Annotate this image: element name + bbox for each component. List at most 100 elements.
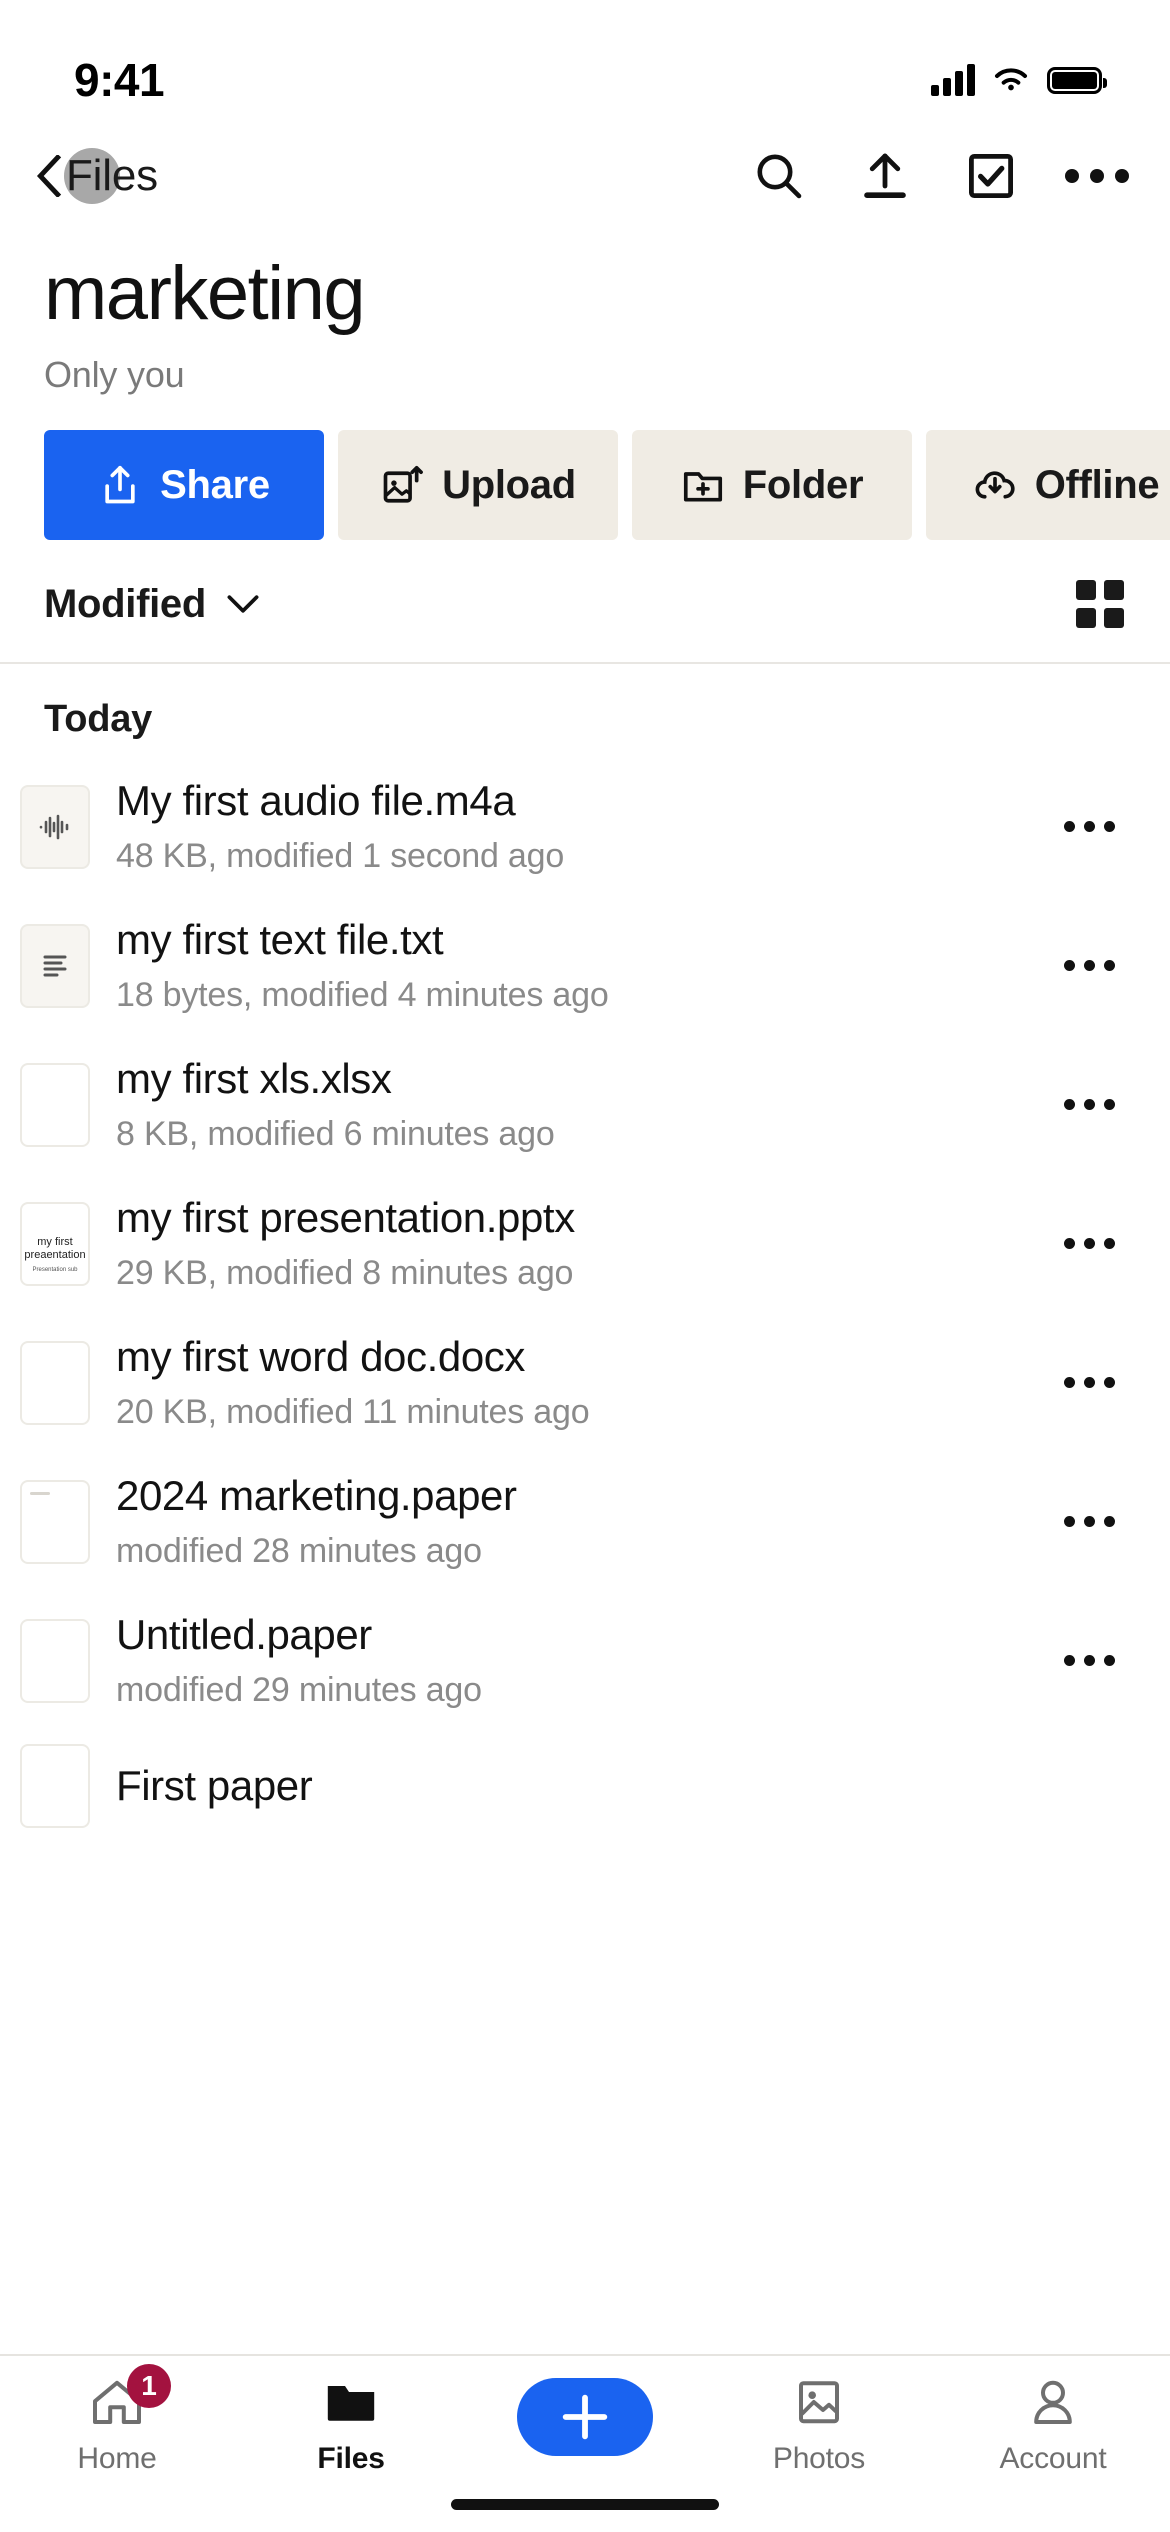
list-item[interactable]: my first xls.xlsx 8 KB, modified 6 minut… <box>0 1035 1170 1174</box>
more-horizontal-icon[interactable] <box>1054 1631 1124 1691</box>
nav-actions <box>752 149 1129 203</box>
more-horizontal-icon[interactable] <box>1054 1214 1124 1274</box>
tab-home[interactable]: 1 Home <box>0 2364 234 2476</box>
file-meta: modified 28 minutes ago <box>116 1532 482 1570</box>
file-meta: modified 29 minutes ago <box>116 1671 482 1709</box>
more-horizontal-icon[interactable] <box>1054 936 1124 996</box>
back-button[interactable]: Files <box>28 145 170 207</box>
list-item-text: my first presentation.pptx 29 KB, modifi… <box>116 1194 1028 1293</box>
tab-files[interactable]: Files <box>234 2374 468 2476</box>
list-item-text: my first word doc.docx 20 KB, modified 1… <box>116 1333 1028 1432</box>
list-item-text: Untitled.paper modified 29 minutes ago <box>116 1611 1028 1710</box>
checkbox-checked-icon[interactable] <box>964 149 1018 203</box>
list-item-text: my first xls.xlsx 8 KB, modified 6 minut… <box>116 1055 1028 1154</box>
offline-button-label: Offline <box>1034 462 1160 507</box>
list-item-text: 2024 marketing.paper modified 28 minutes… <box>116 1472 1028 1571</box>
tab-files-label: Files <box>317 2442 385 2475</box>
file-name: 2024 marketing.paper <box>116 1472 517 1519</box>
new-folder-button[interactable]: Folder <box>632 430 912 540</box>
presentation-preview: my first preaentation Presentation sub <box>20 1201 90 1286</box>
list-item-text: First paper <box>116 1762 1028 1810</box>
chevron-left-icon <box>36 155 62 197</box>
list-item[interactable]: First paper <box>0 1730 1170 1848</box>
tab-photos-label: Photos <box>772 2442 866 2475</box>
list-item-text: My first audio file.m4a 48 KB, modified … <box>116 777 1028 876</box>
more-horizontal-icon[interactable] <box>1054 797 1124 857</box>
folder-plus-icon <box>683 472 722 502</box>
status-indicators <box>931 64 1107 96</box>
battery-icon <box>1047 66 1107 94</box>
file-name: my first xls.xlsx <box>116 1055 392 1102</box>
blank-document-icon <box>20 1618 90 1703</box>
back-button-label: Files <box>66 151 158 200</box>
person-icon <box>1025 2374 1081 2430</box>
search-icon[interactable] <box>752 149 806 203</box>
file-name: Untitled.paper <box>116 1611 372 1658</box>
file-name: my first word doc.docx <box>116 1333 525 1380</box>
chevron-down-icon <box>227 595 259 613</box>
paper-line-mark <box>30 1491 50 1495</box>
app-screen: 9:41 Files marketing Only you Share Uplo… <box>0 0 1170 2532</box>
photo-icon <box>791 2374 847 2430</box>
home-icon: 1 <box>89 2364 171 2430</box>
folder-icon <box>323 2374 379 2430</box>
status-bar: 9:41 <box>0 0 1170 130</box>
more-horizontal-icon[interactable] <box>1054 1075 1124 1135</box>
sort-view-bar: Modified <box>0 540 1170 664</box>
list-item[interactable]: my first word doc.docx 20 KB, modified 1… <box>0 1313 1170 1452</box>
text-lines-icon <box>20 923 90 1008</box>
tab-home-label: Home <box>77 2442 157 2475</box>
create-fab[interactable] <box>468 2374 702 2456</box>
image-upload-icon <box>383 465 424 503</box>
list-item[interactable]: my first preaentation Presentation sub m… <box>0 1174 1170 1313</box>
share-icon <box>105 465 135 504</box>
file-name: my first text file.txt <box>116 916 444 963</box>
sort-dropdown[interactable]: Modified <box>44 582 260 627</box>
list-item[interactable]: my first text file.txt 18 bytes, modifie… <box>0 896 1170 1035</box>
upload-button[interactable]: Upload <box>338 430 618 540</box>
file-name: my first presentation.pptx <box>116 1194 575 1241</box>
file-list: Today My first audio file.m4a 48 KB, mod… <box>0 664 1170 1848</box>
list-item[interactable]: Untitled.paper modified 29 minutes ago <box>0 1591 1170 1730</box>
plus-icon <box>517 2378 653 2456</box>
file-meta: 48 KB, modified 1 second ago <box>116 837 565 875</box>
list-item[interactable]: 2024 marketing.paper modified 28 minutes… <box>0 1452 1170 1591</box>
share-button-label: Share <box>160 462 270 507</box>
list-section-header: Today <box>44 698 153 740</box>
preview-subtitle: Presentation sub <box>32 1266 78 1273</box>
wifi-icon <box>995 68 1027 91</box>
list-item[interactable]: My first audio file.m4a 48 KB, modified … <box>0 757 1170 896</box>
file-meta: 29 KB, modified 8 minutes ago <box>116 1254 574 1292</box>
home-badge: 1 <box>127 2364 171 2408</box>
cloud-download-icon <box>975 471 1015 499</box>
list-item-text: my first text file.txt 18 bytes, modifie… <box>116 916 1028 1015</box>
more-horizontal-icon[interactable] <box>1054 1353 1124 1413</box>
tab-photos[interactable]: Photos <box>702 2374 936 2476</box>
file-meta: 8 KB, modified 6 minutes ago <box>116 1115 555 1153</box>
file-name: First paper <box>116 1762 313 1809</box>
nav-bar: Files <box>0 130 1170 222</box>
paper-document-icon <box>20 1479 90 1564</box>
share-button[interactable]: Share <box>44 430 324 540</box>
upload-button-label: Upload <box>442 462 576 507</box>
sort-dropdown-label: Modified <box>44 581 207 626</box>
offline-button[interactable]: Offline <box>926 430 1170 540</box>
status-time: 9:41 <box>74 54 165 106</box>
tab-account[interactable]: Account <box>936 2374 1170 2476</box>
folder-header: marketing Only you <box>0 222 1170 396</box>
cellular-bars-icon <box>931 64 975 96</box>
more-horizontal-icon[interactable] <box>1054 1492 1124 1552</box>
blank-document-icon <box>20 1062 90 1147</box>
new-folder-button-label: Folder <box>742 462 864 507</box>
more-horizontal-icon[interactable] <box>1065 149 1129 203</box>
grid-view-icon[interactable] <box>1076 580 1124 628</box>
file-meta: 20 KB, modified 11 minutes ago <box>116 1393 590 1431</box>
file-name: My first audio file.m4a <box>116 777 516 824</box>
home-indicator <box>451 2499 719 2510</box>
more-horizontal-icon <box>1054 1756 1124 1816</box>
quick-actions: Share Upload Folder Offline <box>0 396 1170 540</box>
audio-waveform-icon <box>20 784 90 869</box>
preview-title: my first preaentation <box>24 1236 86 1261</box>
upload-icon[interactable] <box>858 149 912 203</box>
file-meta: 18 bytes, modified 4 minutes ago <box>116 976 609 1014</box>
